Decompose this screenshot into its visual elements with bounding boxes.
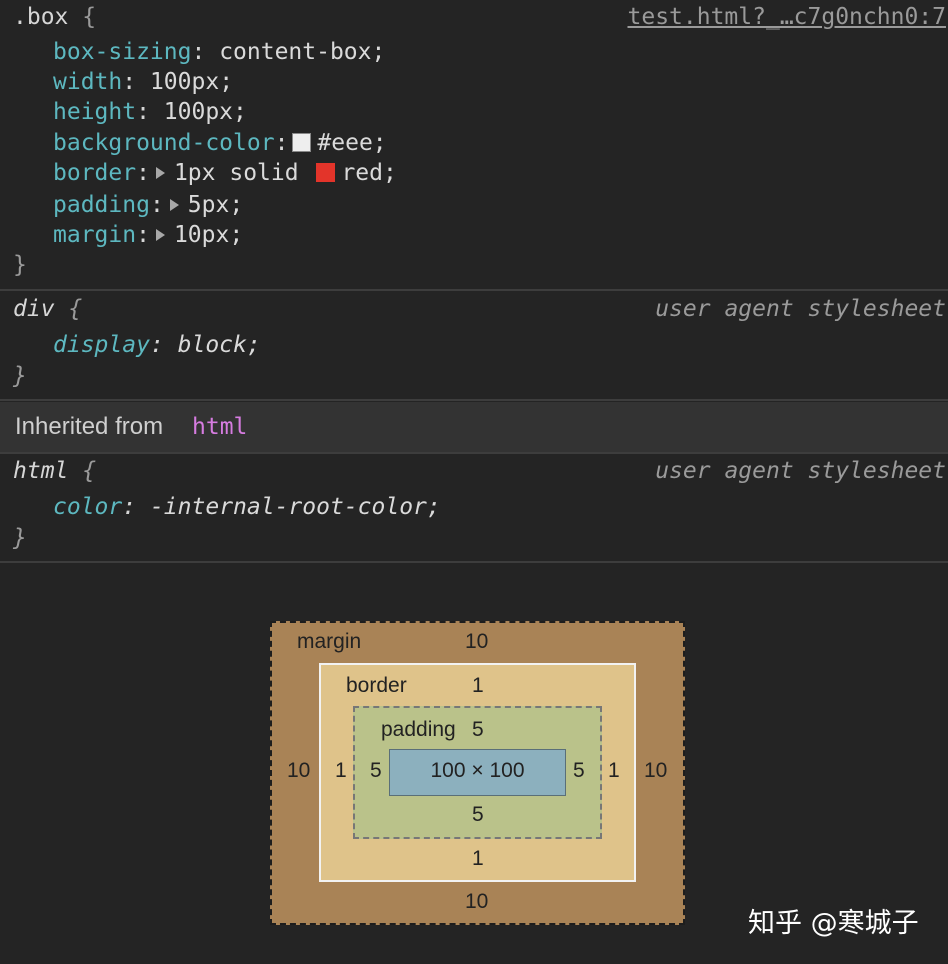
property-value: 100px; (163, 99, 247, 125)
inherited-section-header: Inherited from html (0, 402, 948, 454)
property-name: padding (53, 192, 150, 218)
property-value: #eee; (317, 130, 387, 156)
padding-top-value[interactable]: 5 (472, 717, 484, 743)
declaration-width[interactable]: width: 100px; (53, 67, 233, 97)
padding-left-value[interactable]: 5 (370, 758, 382, 784)
padding-right-value[interactable]: 5 (573, 758, 585, 784)
declaration-height[interactable]: height: 100px; (53, 97, 247, 127)
property-value: 100px; (149, 69, 234, 95)
expand-triangle-icon[interactable] (155, 166, 165, 179)
source-label: user agent stylesheet (655, 458, 946, 484)
property-name: margin (53, 222, 137, 248)
border-top-value[interactable]: 1 (472, 673, 484, 699)
watermark: 知乎 @寒城子 (748, 908, 919, 939)
expand-triangle-icon[interactable] (169, 198, 179, 211)
padding-label: padding (381, 718, 456, 741)
declaration-margin[interactable]: margin: 10px; (53, 220, 243, 250)
property-name: height (53, 99, 137, 125)
open-brace: { (82, 458, 97, 484)
open-brace: { (82, 4, 97, 30)
selector-text: div (13, 296, 55, 322)
close-brace: } (13, 363, 27, 389)
property-name: width (53, 69, 123, 95)
margin-left-value[interactable]: 10 (287, 758, 310, 784)
property-value: block; (177, 332, 261, 358)
border-bottom-value[interactable]: 1 (472, 846, 484, 872)
property-value: -internal-root-color; (149, 494, 441, 520)
padding-bottom-value[interactable]: 5 (472, 802, 484, 828)
property-value: content-box; (219, 39, 386, 65)
rule-divider (0, 289, 948, 291)
property-value: 10px; (173, 222, 244, 248)
rule-selector-box[interactable]: .box { (13, 2, 96, 32)
close-brace: } (13, 525, 27, 551)
margin-label: margin (297, 630, 362, 653)
margin-top-value[interactable]: 10 (465, 629, 488, 655)
rule-divider (0, 399, 948, 401)
border-right-value[interactable]: 1 (608, 758, 620, 784)
rule-selector-div[interactable]: div { (13, 294, 82, 324)
content-size-value[interactable]: 100 × 100 (389, 758, 566, 784)
rule-divider (0, 561, 948, 563)
rule-selector-html[interactable]: html { (13, 456, 96, 486)
property-value: 5px; (187, 192, 244, 218)
color-swatch[interactable] (316, 162, 336, 182)
property-name: box-sizing (53, 39, 192, 65)
color-swatch[interactable] (292, 132, 312, 152)
property-name: border (53, 160, 137, 186)
declaration-display[interactable]: display: block; (53, 330, 261, 360)
declaration-border[interactable]: border: 1px solid red; (53, 158, 397, 188)
margin-right-value[interactable]: 10 (644, 758, 667, 784)
border-left-value[interactable]: 1 (335, 758, 347, 784)
selector-text: .box (13, 4, 69, 30)
declaration-padding[interactable]: padding: 5px; (53, 190, 243, 220)
source-link[interactable]: test.html?_…c7g0nchn0:7 (628, 2, 947, 32)
declaration-background-color[interactable]: background-color: #eee; (53, 128, 387, 158)
property-name: color (53, 494, 123, 520)
property-value: 1px solid (173, 160, 313, 186)
source-label: user agent stylesheet (655, 296, 946, 322)
property-value-color: red; (341, 160, 397, 186)
expand-triangle-icon[interactable] (155, 228, 165, 241)
open-brace: { (68, 296, 83, 322)
declaration-color[interactable]: color: -internal-root-color; (53, 492, 441, 522)
inherited-tag-link[interactable]: html (192, 412, 247, 442)
declaration-box-sizing[interactable]: box-sizing: content-box; (53, 37, 385, 67)
inherited-label: Inherited from (15, 413, 164, 440)
property-name: display (53, 332, 150, 358)
margin-bottom-value[interactable]: 10 (465, 889, 488, 915)
close-brace: } (13, 252, 27, 278)
border-label: border (346, 674, 407, 697)
property-name: background-color (53, 130, 275, 156)
selector-text: html (13, 458, 69, 484)
